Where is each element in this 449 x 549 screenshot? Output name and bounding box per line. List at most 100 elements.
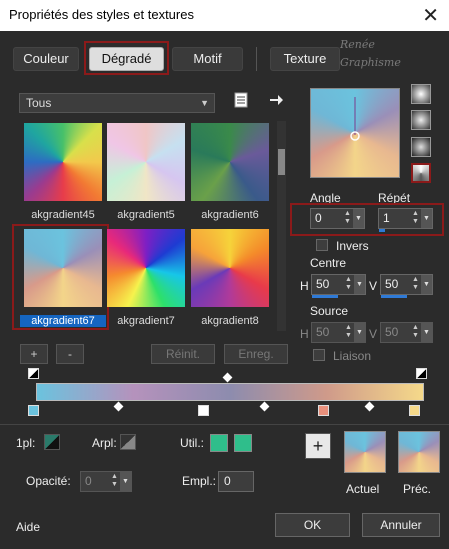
tab-motif[interactable]: Motif [172,47,243,71]
stop-color [199,406,208,415]
angle-value: 0 [315,211,322,225]
list-view-icon[interactable] [233,92,249,111]
color-midpoint-handle[interactable] [113,401,124,412]
gradient-thumb[interactable]: akgradient8 [191,229,269,327]
help-link[interactable]: Aide [16,520,40,534]
color-stop-marker[interactable] [198,405,209,416]
mode2-label: Arpl: [92,436,117,450]
color-midpoint-handle[interactable] [259,401,270,412]
remove-gradient-button[interactable]: - [56,344,84,364]
center-h-stepper[interactable]: ▲ ▼ [344,276,353,293]
util-color-swatch[interactable] [210,434,228,452]
reset-button[interactable]: Réinit. [151,344,215,364]
gradient-thumb[interactable]: akgradient5 [107,123,185,221]
category-dropdown[interactable]: Tous ▼ [19,93,215,113]
styles-dialog: Propriétés des styles et textures ✕ Coul… [0,0,449,549]
foreground-stop-marker[interactable] [28,368,39,379]
color-midpoint-handle[interactable] [364,401,375,412]
gradient-swatch [24,123,102,201]
tab-highlight [84,41,169,75]
background-stop-marker[interactable] [416,368,427,379]
center-h-bar [312,295,338,298]
gradient-thumb[interactable]: akgradient45 [24,123,102,221]
source-v-stepper[interactable]: ▲ ▼ [411,324,420,341]
color-stop-marker[interactable] [28,405,39,416]
opacity-midpoint-handle[interactable] [222,372,233,383]
gradient-thumb[interactable]: akgradient7 [107,229,185,327]
stop-color [29,406,38,415]
previous-style-swatch[interactable] [398,431,440,473]
gradient-name: akgradient6 [201,209,259,221]
invert-label: Invers [336,239,369,253]
invert-checkbox[interactable] [316,239,328,251]
source-h-input[interactable]: 50 ▲ ▼ ▼ [311,322,366,343]
chevron-down-icon[interactable]: ▼ [120,472,131,491]
close-icon[interactable]: ✕ [422,3,439,28]
tab-couleur[interactable]: Couleur [13,47,79,71]
selection-highlight [12,224,109,330]
title-bar: Propriétés des styles et textures ✕ [0,0,449,31]
stop-color [319,406,328,415]
util-color-swatch-2[interactable] [234,434,252,452]
gradient-swatch [191,229,269,307]
gradient-preview[interactable] [310,88,400,178]
center-v-input[interactable]: 50 ▲ ▼ ▼ [380,274,433,298]
center-v-stepper[interactable]: ▲ ▼ [411,276,420,293]
scrollbar-thumb[interactable] [278,149,285,175]
source-v-input[interactable]: 50 ▲ ▼ ▼ [380,322,433,343]
style-rectangular-button[interactable] [411,110,431,130]
window-title: Propriétés des styles et textures [9,7,194,22]
cancel-button[interactable]: Annuler [362,513,440,537]
chevron-down-icon[interactable]: ▼ [421,209,432,228]
color-stop-marker[interactable] [409,405,420,416]
chevron-down-icon[interactable]: ▼ [353,209,364,228]
current-label: Actuel [346,482,380,496]
chevron-down-icon[interactable]: ▼ [421,275,432,294]
gradient-name: akgradient8 [201,315,259,327]
repeat-input[interactable]: 1 ▲ ▼ ▼ [378,208,433,232]
link-checkbox[interactable] [313,349,325,361]
color-stop-marker[interactable] [318,405,329,416]
source-h-value: 50 [316,325,330,339]
style-sunburst-button[interactable] [411,137,431,157]
gradient-bar[interactable] [36,383,424,401]
gradient-swatch [107,123,185,201]
util-label: Util.: [180,436,204,450]
source-h-label: H [300,327,309,341]
save-gradient-button[interactable]: Enreg. [224,344,288,364]
mode1-label: 1pl: [16,436,36,450]
gradient-swatch [191,123,269,201]
style-linear-button[interactable] [411,84,431,104]
opacity-input[interactable]: 0 ▲ ▼ ▼ [80,471,132,492]
gradient-name: akgradient45 [31,209,95,221]
ok-button[interactable]: OK [275,513,350,537]
chevron-down-icon[interactable]: ▼ [354,323,365,342]
opacity-stepper[interactable]: ▲ ▼ [110,473,119,490]
gradient-list-scrollbar[interactable] [277,121,286,331]
center-h-input[interactable]: 50 ▲ ▼ ▼ [311,274,366,298]
blend-mode-icon[interactable] [44,434,60,450]
gradient-swatch [107,229,185,307]
empl-input[interactable]: 0 [218,471,254,492]
dialog-footer: Aide OK Annuler [0,505,449,549]
chevron-down-icon[interactable]: ▼ [421,323,432,342]
add-to-swatches-button[interactable]: + [305,433,331,459]
source-v-value: 50 [385,325,399,339]
background-mode-icon[interactable] [120,434,136,450]
category-value: Tous [26,96,52,110]
tab-texture[interactable]: Texture [270,47,340,71]
tab-separator [256,47,257,71]
gradient-thumb[interactable]: akgradient6 [191,123,269,221]
chevron-down-icon[interactable]: ▼ [354,275,365,294]
angle-stepper[interactable]: ▲ ▼ [343,210,352,227]
gradient-name: akgradient5 [117,209,175,221]
center-h-value: 50 [316,277,330,291]
style-radial-button[interactable] [411,163,431,183]
add-gradient-button[interactable]: + [20,344,48,364]
angle-input[interactable]: 0 ▲ ▼ ▼ [310,208,365,229]
repeat-stepper[interactable]: ▲ ▼ [411,210,420,227]
current-style-swatch[interactable] [344,431,386,473]
watermark: Renée Graphisme [340,38,401,69]
source-h-stepper[interactable]: ▲ ▼ [344,324,353,341]
arrow-right-icon[interactable] [268,92,284,111]
